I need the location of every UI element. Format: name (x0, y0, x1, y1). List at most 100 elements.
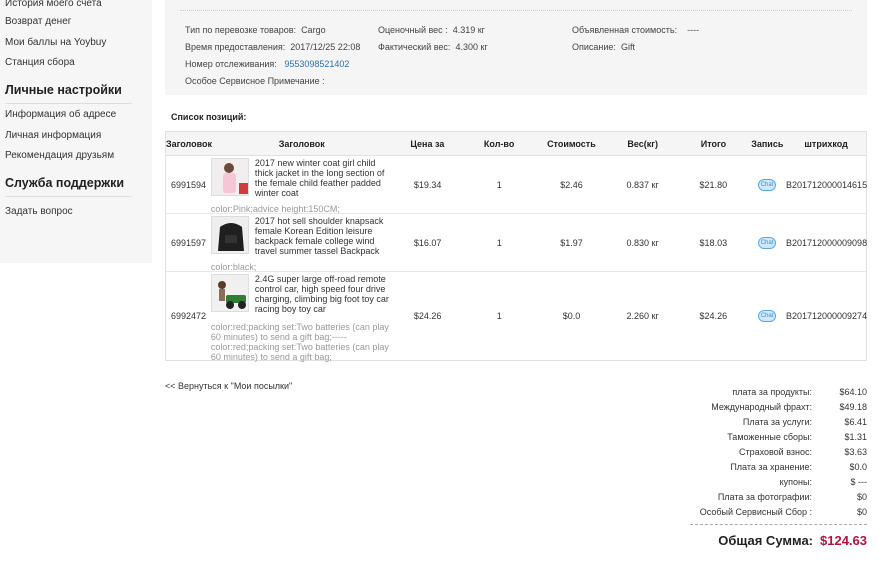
barcode: B201712000014615 (785, 179, 868, 190)
fee-value: $ --- (850, 477, 868, 487)
record-cell: Chat (748, 156, 786, 213)
sidebar-item-ask-question[interactable]: Задать вопрос (5, 202, 152, 223)
unit-price: $24.26 (413, 311, 442, 321)
shipment-type: Тип по перевозке товаров: Cargo (185, 25, 326, 35)
row-total: $24.26 (699, 311, 728, 321)
actual-weight: Фактический вес: 4.300 кг (378, 42, 488, 52)
sidebar-item-personal-info[interactable]: Личная информация (5, 126, 152, 147)
barcode: B201712000009274 (785, 311, 868, 321)
fee-row-storage: Плата за хранение: $0.0 (690, 460, 867, 475)
divider (180, 10, 852, 11)
account-sidebar: История моего счета Возврат денег Мои ба… (0, 0, 152, 263)
declared-value: Объявленная стоимость: ---- (572, 25, 700, 35)
item-id: 6992472 (171, 311, 207, 321)
record-cell: Chat (748, 272, 786, 360)
record-cell: Chat (748, 214, 786, 271)
table-row: 6991597 2017 hot sell shoulder knapsack … (166, 214, 868, 272)
sidebar-item-account-history[interactable]: История моего счета (5, 0, 152, 12)
table-row: 6992472 2.4G super large off-road remote… (166, 272, 868, 362)
fee-value: $0 (856, 507, 867, 517)
row-total: $21.80 (699, 179, 728, 190)
weight: 2.260 кг (626, 311, 659, 321)
fee-row-freight: Международный фрахт: $49.18 (690, 400, 867, 415)
product-attributes: color:Pink;advice height:150CM; (210, 204, 340, 214)
table-row: 6991594 2017 new winter coat girl child … (166, 156, 868, 214)
weight: 0.837 кг (626, 179, 659, 190)
fee-label: Плата за фотографии: (717, 492, 812, 502)
grand-total-value: $124.63 (820, 533, 867, 548)
divider (690, 524, 867, 525)
fee-label: Международный фрахт: (711, 402, 812, 412)
product-title[interactable]: 2.4G super large off-road remote control… (255, 274, 393, 314)
product-cell: 2017 hot sell shoulder knapsack female K… (210, 214, 393, 272)
barcode: B201712000009098 (785, 237, 868, 248)
fees-summary: плата за продукты: $64.10 Международный ф… (690, 385, 867, 525)
col-header-cost: Стоимость (547, 138, 596, 149)
estimated-weight: Оценочный вес : 4.319 кг (378, 25, 485, 35)
table-header: Заголовок Заголовок Цена за Кол-во Стоим… (166, 132, 866, 156)
cost: $1.97 (560, 237, 583, 248)
product-title[interactable]: 2017 hot sell shoulder knapsack female K… (255, 216, 393, 256)
product-thumbnail[interactable] (210, 274, 249, 312)
col-header-weight: Вес(кг) (627, 138, 658, 149)
weight: 0.830 кг (626, 237, 659, 248)
items-table: Заголовок Заголовок Цена за Кол-во Стоим… (165, 131, 868, 362)
tracking-number-link[interactable]: 9553098521402 (284, 59, 349, 69)
sidebar-item-refund[interactable]: Возврат денег (5, 12, 152, 33)
item-id: 6991594 (171, 179, 207, 190)
sidebar-item-warehouse[interactable]: Станция сбора (5, 53, 152, 74)
sidebar-item-address[interactable]: Информация об адресе (5, 105, 152, 126)
product-cell: 2017 new winter coat girl child thick ja… (210, 156, 393, 214)
chat-icon[interactable]: Chat (758, 178, 777, 191)
shipment-info-panel: Тип по перевозке товаров: Cargo Оценочны… (165, 0, 867, 95)
quantity: 1 (496, 237, 502, 248)
product-cell: 2.4G super large off-road remote control… (210, 272, 393, 362)
submission-time: Время предоставления: 2017/12/25 22:08 (185, 42, 361, 52)
fee-value: $0.0 (849, 462, 867, 472)
sidebar-item-points[interactable]: Мои баллы на Yoybuy (5, 33, 152, 54)
cost: $0.0 (562, 311, 581, 321)
fee-label: Плата за услуги: (742, 417, 812, 427)
row-total: $18.03 (699, 237, 728, 248)
col-header-record: Запись (751, 138, 784, 149)
fee-value: $49.18 (839, 402, 867, 412)
col-header-qty: Кол-во (483, 138, 515, 149)
fee-label: купоны: (779, 477, 812, 487)
product-title[interactable]: 2017 new winter coat girl child thick ja… (255, 158, 393, 198)
fee-label: Особый Сервисный Сбор : (699, 507, 812, 517)
sidebar-section-support: Служба поддержки (5, 167, 132, 198)
fee-row-products: плата за продукты: $64.10 (690, 385, 867, 400)
col-header-id: Заголовок (166, 138, 213, 149)
service-note: Особое Сервисное Примечание : (185, 76, 325, 86)
col-header-total: Итого (700, 138, 727, 149)
back-to-parcels-link[interactable]: << Вернуться к "Мои посылки" (165, 381, 292, 391)
quantity: 1 (496, 311, 502, 321)
fee-label: Таможенные сборы: (727, 432, 812, 442)
quantity: 1 (496, 179, 502, 190)
product-thumbnail[interactable] (210, 158, 249, 196)
fee-value: $1.31 (844, 432, 867, 442)
sidebar-item-referral[interactable]: Рекомендация друзьям (5, 146, 152, 167)
fee-value: $0 (856, 492, 867, 502)
fee-value: $3.63 (844, 447, 867, 457)
tracking-number: Номер отслеживания: 9553098521402 (185, 59, 350, 69)
fee-row-photos: Плата за фотографии: $0 (690, 490, 867, 505)
unit-price: $19.34 (413, 179, 442, 190)
product-thumbnail[interactable] (210, 216, 249, 254)
cost: $2.46 (560, 179, 583, 190)
col-header-price: Цена за (410, 138, 445, 149)
col-header-title: Заголовок (278, 138, 325, 149)
unit-price: $16.07 (413, 237, 442, 248)
fee-label: Страховой взнос: (738, 447, 812, 457)
fee-label: Плата за хранение: (730, 462, 812, 472)
product-attributes: color:red;packing set:Two batteries (can… (210, 322, 389, 362)
grand-total: Общая Сумма: $124.63 (718, 533, 867, 548)
fee-row-insurance: Страховой взнос: $3.63 (690, 445, 867, 460)
chat-icon[interactable]: Chat (758, 310, 777, 322)
chat-icon[interactable]: Chat (758, 236, 777, 249)
item-id: 6991597 (171, 237, 207, 248)
fee-value: $64.10 (839, 387, 867, 397)
fee-row-special-service: Особый Сервисный Сбор : $0 (690, 505, 867, 520)
fee-label: плата за продукты: (732, 387, 812, 397)
col-header-barcode: штрихкод (804, 138, 848, 149)
